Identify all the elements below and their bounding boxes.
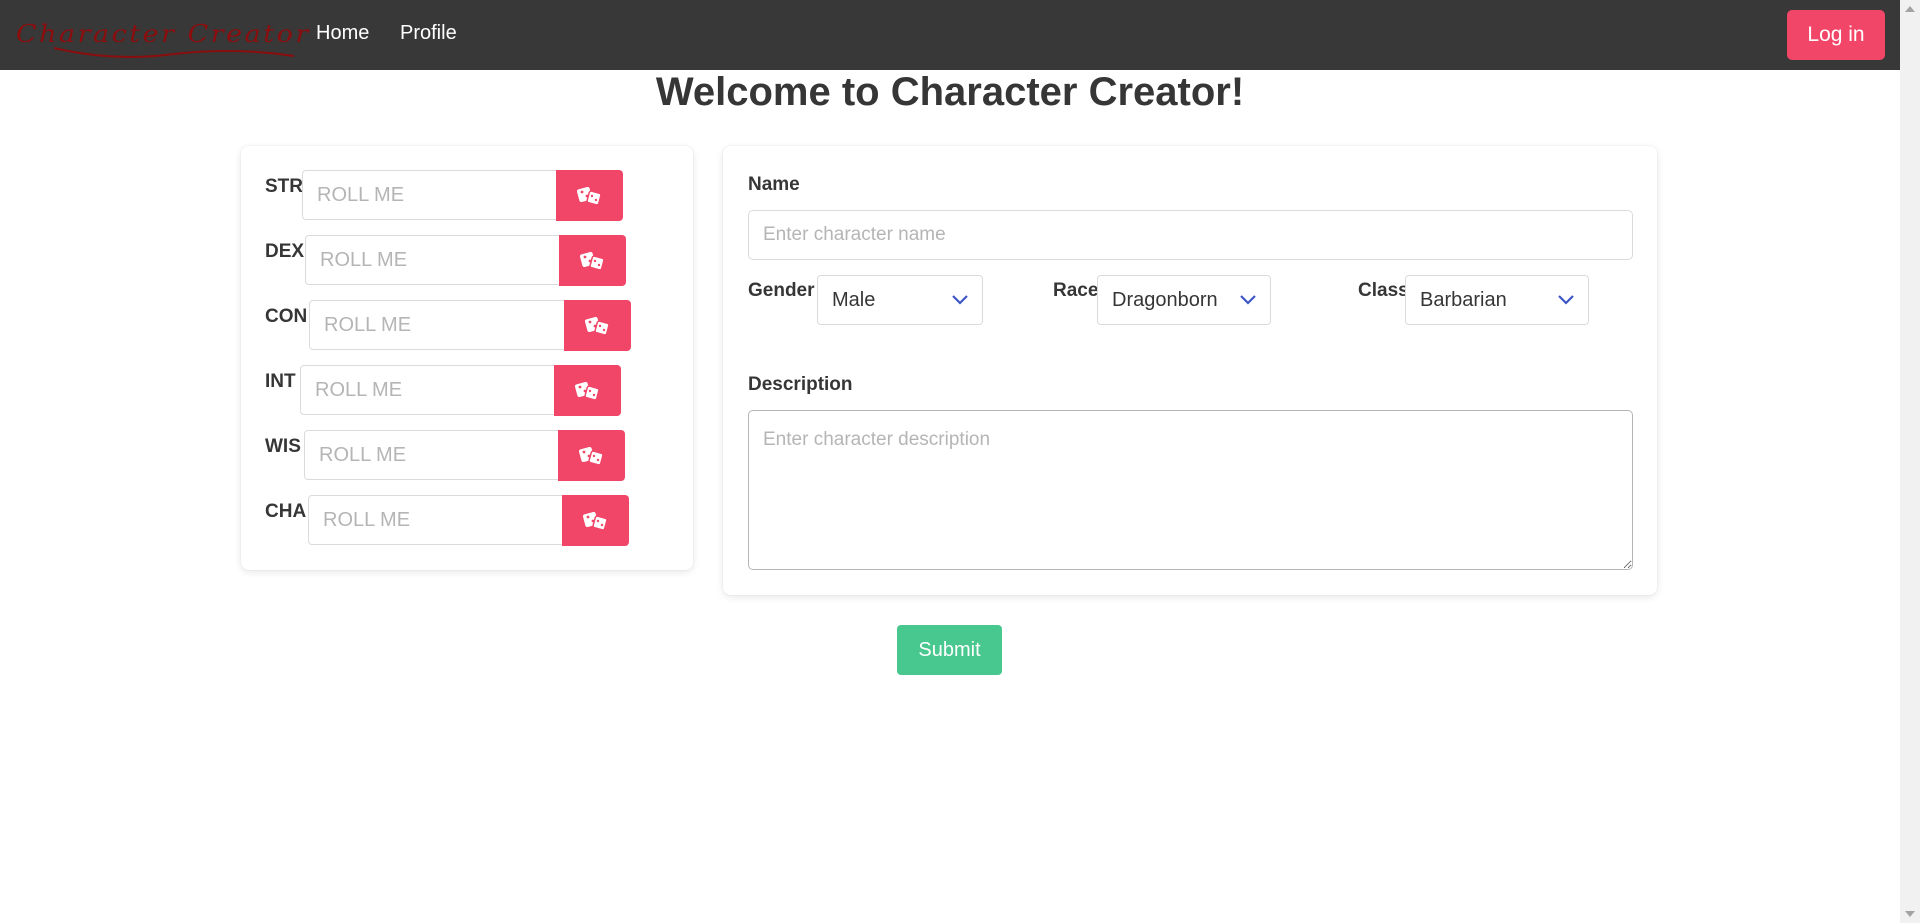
gender-select[interactable]: Male [817,275,983,325]
brand-text: Character Creator [16,20,311,48]
roll-button-str[interactable] [556,170,623,221]
submit-button[interactable]: Submit [897,625,1002,675]
dice-icon [578,446,604,466]
chevron-down-icon [1240,295,1256,305]
roll-button-cha[interactable] [562,495,629,546]
nav-home-link[interactable]: Home [316,22,369,45]
page-scrollbar[interactable] [1900,0,1920,923]
page-title: Welcome to Character Creator! [655,70,1245,114]
stat-label-wis: WIS [265,436,301,457]
stat-input-int[interactable] [300,365,556,415]
race-label: Race [1053,280,1099,301]
stat-input-dex[interactable] [305,235,561,285]
name-input[interactable] [748,210,1633,260]
stat-label-str: STR [265,176,303,197]
nav-profile-link[interactable]: Profile [400,22,457,45]
gender-label: Gender [748,280,815,301]
roll-button-int[interactable] [554,365,621,416]
dice-icon [576,186,602,206]
name-label: Name [748,174,800,195]
chevron-down-icon [1558,295,1574,305]
class-select[interactable]: Barbarian [1405,275,1589,325]
login-button[interactable]: Log in [1787,10,1885,60]
dice-icon [579,251,605,271]
character-form-panel: Name Gender Male Race Dragonborn Class B… [723,146,1657,595]
stat-input-wis[interactable] [304,430,560,480]
brand-swoosh-decoration [54,47,294,58]
roll-button-dex[interactable] [559,235,626,286]
class-select-value: Barbarian [1420,288,1507,311]
chevron-down-icon [952,295,968,305]
navbar: Character Creator Home Profile Log in [0,0,1900,70]
dice-icon [584,316,610,336]
scroll-down-arrow-icon[interactable] [1905,911,1915,917]
stat-label-dex: DEX [265,241,305,262]
description-label: Description [748,374,853,395]
scroll-up-arrow-icon[interactable] [1905,6,1915,12]
brand-logo[interactable]: Character Creator [14,14,308,58]
stat-input-con[interactable] [309,300,565,350]
stat-label-int: INT [265,371,296,392]
stat-label-con: CON [265,306,308,327]
stats-panel: STR DEX CON [241,146,693,570]
stat-input-cha[interactable] [308,495,564,545]
dice-icon [574,381,600,401]
roll-button-con[interactable] [564,300,631,351]
dice-icon [582,511,608,531]
gender-select-value: Male [832,288,876,311]
race-select-value: Dragonborn [1112,288,1218,311]
stat-input-str[interactable] [302,170,558,220]
race-select[interactable]: Dragonborn [1097,275,1271,325]
roll-button-wis[interactable] [558,430,625,481]
stat-label-cha: CHA [265,501,307,522]
description-textarea[interactable] [748,410,1633,570]
class-label: Class [1358,280,1409,301]
